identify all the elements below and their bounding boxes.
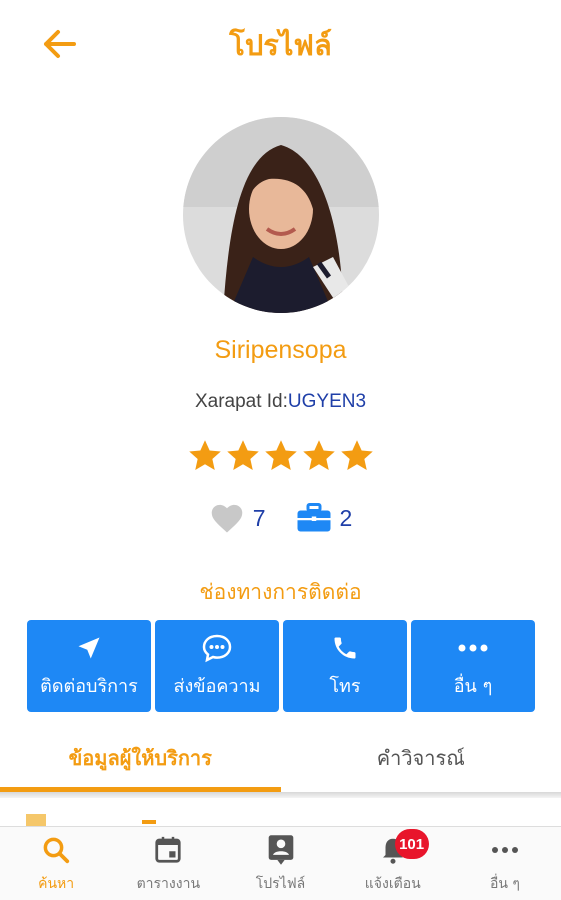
briefcase-icon: [297, 503, 330, 532]
star-icon: [188, 440, 221, 470]
more-dots-icon: [491, 846, 518, 853]
tabs-divider: [0, 792, 561, 798]
nav-search[interactable]: ค้นหา: [0, 827, 112, 900]
nav-schedule-label: ตารางงาน: [136, 875, 201, 892]
nav-more-label: อื่น ๆ: [489, 875, 520, 892]
nav-search-label: ค้นหา: [38, 875, 75, 892]
profile-id-value: UGYEN3: [287, 391, 367, 412]
contact-card-icon: [268, 834, 293, 865]
app-header: โปรไฟล์: [0, 0, 561, 90]
tab-reviews[interactable]: คำวิจารณ์: [281, 724, 561, 792]
star-icon: [302, 440, 335, 470]
contact-section-title: ช่องทางการติดต่อ: [199, 580, 362, 604]
star-icon: [340, 440, 373, 470]
send-message-button[interactable]: ส่งข้อความ: [155, 620, 279, 712]
phone-icon: [334, 637, 356, 658]
chat-bubble-icon: [202, 634, 232, 662]
nav-schedule[interactable]: ตารางงาน: [112, 827, 224, 900]
star-icon: [264, 440, 297, 470]
avatar: [183, 117, 379, 313]
nav-profile[interactable]: โปรไฟล์: [224, 827, 336, 900]
navigation-arrow-icon: [78, 637, 100, 658]
nav-notifications[interactable]: แจ้งเตือน 101: [337, 827, 449, 900]
jobs-count: 2: [339, 504, 353, 531]
tab-provider-info[interactable]: ข้อมูลผู้ให้บริการ: [0, 724, 281, 792]
contact-actions: ติดต่อบริการ ส่งข้อความ โทร อื่น ๆ: [27, 620, 535, 712]
profile-stats: 7 2: [0, 502, 561, 534]
send-message-label: ส่งข้อความ: [173, 675, 261, 697]
more-actions-button[interactable]: อื่น ๆ: [411, 620, 535, 712]
bottom-nav: ค้นหา ตารางงาน โปรไฟล์ แจ้งเตือน 101 อื่…: [0, 826, 561, 900]
contact-service-label: ติดต่อบริการ: [40, 675, 138, 697]
profile-name: Siripensopa: [214, 336, 347, 364]
nav-more[interactable]: อื่น ๆ: [449, 827, 561, 900]
call-label: โทร: [329, 675, 361, 697]
profile-tabs: ข้อมูลผู้ให้บริการ คำวิจารณ์: [0, 724, 561, 792]
page-title: โปรไฟล์: [229, 28, 332, 62]
rating-stars: [0, 438, 561, 474]
jobs-stat: 2: [296, 503, 353, 533]
likes-count: 7: [252, 504, 266, 531]
content-peek-mark: [142, 820, 156, 824]
notification-badge: 101: [394, 829, 429, 859]
contact-service-button[interactable]: ติดต่อบริการ: [27, 620, 151, 712]
likes-stat: 7: [209, 502, 266, 534]
nav-profile-label: โปรไฟล์: [255, 875, 306, 892]
nav-notifications-label: แจ้งเตือน: [364, 875, 421, 892]
profile-id: Xarapat Id:UGYEN3: [0, 391, 561, 413]
more-actions-label: อื่น ๆ: [453, 675, 493, 697]
profile-id-label: Xarapat Id:: [194, 391, 288, 412]
star-icon: [226, 440, 259, 470]
calendar-icon: [155, 836, 181, 863]
call-button[interactable]: โทร: [283, 620, 407, 712]
more-dots-icon: [458, 644, 488, 651]
search-icon: [43, 837, 70, 863]
heart-icon: [211, 504, 242, 533]
